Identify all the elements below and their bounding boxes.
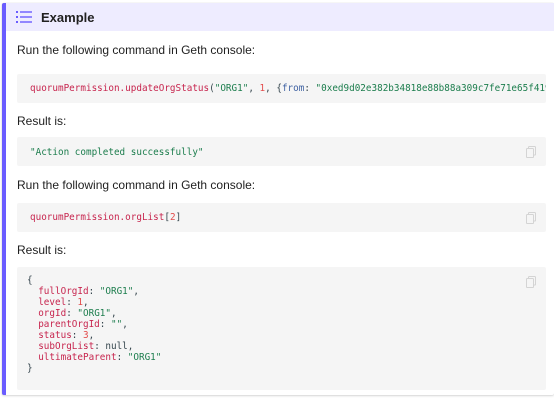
- admonition-content: Run the following command in Geth consol…: [6, 42, 554, 390]
- json-value: "ORG1": [99, 286, 134, 297]
- code-punct: ,: [248, 83, 260, 94]
- code-block-update-org-status[interactable]: quorumPermission.updateOrgStatus("ORG1",…: [17, 74, 546, 103]
- code-punct: :: [304, 83, 316, 94]
- json-key: ultimateParent: [38, 352, 117, 363]
- result-label-1: Result is:: [17, 114, 67, 128]
- json-value: null: [105, 341, 128, 352]
- json-key: subOrgList: [38, 341, 95, 352]
- list-icon: [15, 8, 33, 26]
- code-block-result-1[interactable]: "Action completed successfully": [17, 137, 546, 166]
- result-string: "Action completed successfully": [30, 147, 204, 158]
- copy-icon[interactable]: [526, 146, 536, 158]
- copy-icon[interactable]: [526, 276, 536, 288]
- code-string: "ORG1": [214, 83, 249, 94]
- json-value: 3: [83, 330, 89, 341]
- code-block-org-list[interactable]: quorumPermission.orgList[2]: [17, 203, 546, 232]
- instruction-text-1: Run the following command in Geth consol…: [17, 43, 256, 57]
- code-block-result-2[interactable]: { fullOrgId: "ORG1", level: 1, orgId: "O…: [17, 267, 546, 390]
- json-value: "ORG1": [77, 308, 111, 319]
- admonition-title: Example: [41, 9, 95, 25]
- example-admonition: Example Run the following command in Get…: [2, 3, 554, 395]
- code-string: "0xed9d02e382b34818e88b88a309c7fe71e65f4…: [315, 83, 546, 94]
- json-key: orgId: [38, 308, 67, 319]
- code-punct: ]: [175, 212, 182, 223]
- json-brace: {: [27, 275, 33, 286]
- json-key: fullOrgId: [38, 286, 89, 297]
- code-function: quorumPermission.orgList: [30, 212, 165, 223]
- code-function: quorumPermission.updateOrgStatus: [30, 83, 210, 94]
- code-punct: , {: [265, 83, 282, 94]
- copy-icon[interactable]: [526, 212, 536, 224]
- json-key: status: [38, 330, 72, 341]
- json-value: "": [110, 319, 123, 330]
- instruction-text-2: Run the following command in Geth consol…: [17, 178, 256, 192]
- result-label-2: Result is:: [17, 243, 67, 257]
- json-key: level: [38, 297, 67, 308]
- json-key: parentOrgId: [38, 319, 100, 330]
- json-brace: }: [27, 363, 33, 374]
- code-key: from: [281, 83, 305, 94]
- admonition-title-bar: Example: [6, 3, 554, 31]
- json-value: "ORG1": [127, 352, 162, 363]
- json-value: 1: [77, 297, 84, 308]
